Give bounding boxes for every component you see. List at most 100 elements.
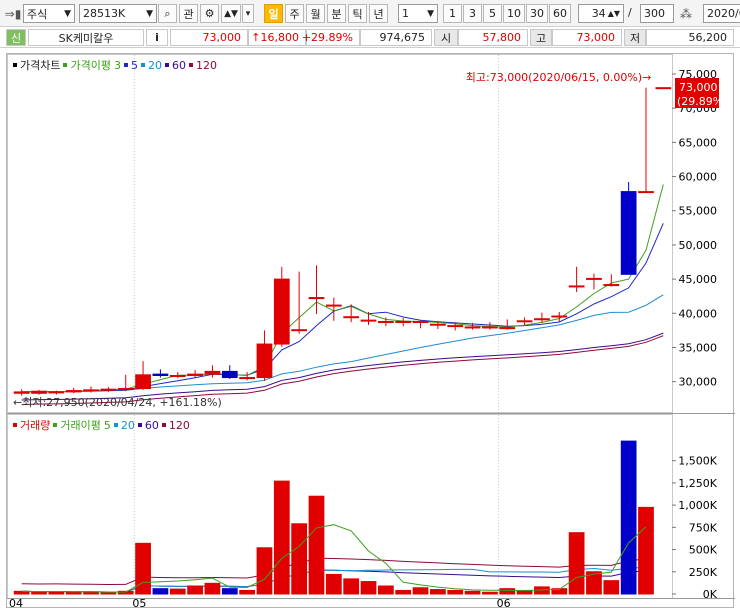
period-button[interactable]: 년 (369, 4, 388, 23)
minute-select[interactable]: 1 ▼ (398, 4, 438, 23)
candle-body (638, 191, 654, 194)
volume-bar (83, 591, 99, 595)
search-button[interactable]: ⌕ (158, 4, 177, 23)
chart-area[interactable]: 04 05 06 30,000 35,000 40,000 45,000 50,000 55,0… (6, 53, 735, 609)
legend-marker-icon (164, 63, 169, 67)
info-button[interactable]: i (146, 29, 168, 46)
volume-bar (568, 532, 585, 595)
volume-bar (360, 581, 377, 595)
open-label: 시 (434, 29, 458, 46)
candle-body (117, 387, 134, 390)
price-ma20-label: 20 (147, 58, 162, 72)
total-count-input[interactable]: 300 (640, 4, 674, 23)
last-pct-label: (29.89%) (677, 95, 728, 108)
x-tick-label: 04 (9, 597, 23, 609)
price-ma120-label: 120 (195, 58, 217, 72)
code-input-value: 28513K (83, 7, 126, 20)
price-y-tick-label: 40,000 (679, 307, 718, 320)
interval-button[interactable]: 60 (549, 4, 571, 23)
volume-bar (31, 591, 47, 595)
high-price: 73,000 (552, 29, 622, 46)
candle-body (377, 320, 394, 323)
volume-ma60-label: 60 (144, 418, 159, 432)
settings-button[interactable]: ⚙ (200, 4, 219, 23)
price-ma3-label: 3 (113, 58, 121, 72)
x-tick-label: 05 (132, 597, 146, 609)
volume-ma5-label: 5 (103, 418, 111, 432)
interval-button-label: 5 (489, 7, 496, 20)
watchlist-button[interactable]: 관 (179, 4, 198, 23)
legend-marker-icon (140, 63, 145, 67)
change-percent-value: +29.89% (301, 31, 353, 44)
volume-legend-title: 거래량 (20, 419, 51, 432)
volume-bar (325, 573, 342, 595)
candle-body (482, 326, 498, 329)
legend-marker-icon (113, 423, 118, 427)
date-input-value: 2020/0 (707, 7, 740, 20)
period-button[interactable]: 틱 (348, 4, 367, 23)
volume-bar (273, 480, 290, 595)
period-button-label: 년 (373, 7, 384, 21)
market-select-value: 주식 (27, 7, 48, 21)
grid-options-icon[interactable]: ⁂ (676, 4, 696, 23)
candle-body (308, 297, 325, 300)
chart-menu-icon[interactable]: ⇒▮ (3, 4, 23, 23)
legend-marker-icon (63, 63, 68, 67)
interval-button-label: 60 (553, 7, 567, 20)
volume-bar (603, 580, 620, 595)
market-select[interactable]: 주식 ▼ (23, 4, 75, 23)
candle-body (152, 373, 169, 377)
open-price: 57,800 (458, 29, 528, 46)
chevron-down-icon: ▼ (427, 8, 434, 19)
date-input[interactable]: 2020/0 (703, 4, 740, 23)
candle-body (620, 191, 637, 275)
period-button-label: 분 (331, 7, 342, 21)
volume-y-tick-label: 1,250K (678, 477, 717, 490)
interval-button[interactable]: 3 (463, 4, 482, 23)
interval-button-label: 3 (469, 7, 476, 20)
spin-icon: ▲▼ (607, 9, 620, 18)
stepper-button[interactable]: ▲▼ (221, 4, 241, 23)
price-ma-title: 가격이평 (70, 59, 111, 72)
change-percent: +29.89% (302, 29, 360, 46)
period-button[interactable]: 주 (285, 4, 304, 23)
stock-name[interactable]: SK케미칼우 (28, 29, 144, 46)
candle-body (135, 374, 151, 389)
bar-count-input[interactable]: 34 ▲▼ (578, 4, 624, 23)
watchlist-label: 관 (183, 7, 194, 21)
settings-icon: ⚙ (204, 7, 215, 20)
volume-bar (447, 589, 464, 595)
volume-bar (412, 587, 429, 595)
price-y-tick-label: 30,000 (679, 376, 718, 389)
chevron-down-icon: ▼ (64, 8, 71, 19)
code-input[interactable]: 28513K ▼ (79, 4, 157, 23)
candle-body (499, 327, 516, 330)
volume-bar (499, 588, 516, 595)
volume-ma20-label: 20 (120, 418, 135, 432)
period-button-label: 주 (289, 7, 300, 21)
price-change: ↑16,800 (248, 29, 306, 46)
current-price-value: 73,000 (202, 31, 242, 44)
volume-bar (464, 590, 481, 595)
period-button[interactable]: 월 (306, 4, 325, 23)
volume-bar (638, 506, 654, 595)
slash-separator: / (628, 6, 632, 19)
interval-button[interactable]: 30 (526, 4, 548, 23)
interval-button[interactable]: 10 (503, 4, 525, 23)
price-legend: 가격차트 가격이평 3 5 20 60 120 (13, 57, 220, 73)
collapse-button[interactable]: ▾ (242, 4, 254, 23)
interval-button[interactable]: 1 (443, 4, 462, 23)
interval-button[interactable]: 5 (483, 4, 502, 23)
legend-marker-icon (188, 63, 193, 67)
volume-bar (308, 495, 325, 595)
period-button[interactable]: 분 (327, 4, 346, 23)
candle-body (221, 370, 238, 379)
period-button-label: 틱 (352, 7, 363, 21)
legend-marker-icon (161, 423, 166, 427)
candle-body (395, 320, 412, 323)
stock-name-label: SK케미칼우 (58, 31, 114, 45)
high-label-text: 고 (535, 31, 547, 45)
candle-body (412, 320, 429, 323)
period-day-button[interactable]: 일 (264, 4, 283, 23)
open-price-value: 57,800 (482, 31, 522, 44)
